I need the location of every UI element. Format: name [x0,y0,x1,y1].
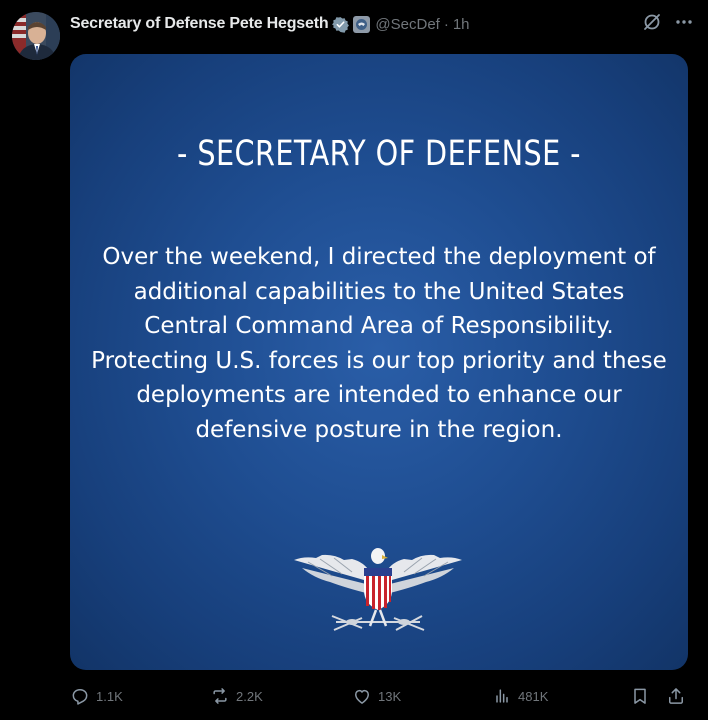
post-header: Secretary of Defense Pete Hegseth @SecDe… [70,12,694,36]
more-icon[interactable] [674,12,694,37]
like-button[interactable]: 13K [352,686,401,706]
media-body-text: Over the weekend, I directed the deploym… [91,244,667,443]
avatar[interactable] [12,12,60,60]
heart-icon [355,689,369,704]
views-count: 481K [518,688,549,704]
verified-badge-icon[interactable] [332,16,350,33]
post-timestamp[interactable]: 1h [453,16,470,33]
grok-icon[interactable] [642,12,662,37]
author-handle[interactable]: @SecDef [375,16,439,33]
like-count: 13K [378,688,402,704]
media-title: - SECRETARY OF DEFENSE - [177,134,581,174]
bookmark-button[interactable] [630,686,650,706]
header-actions [642,12,694,37]
post-action-bar: 1.1K 2.2K 13K 481K [70,686,692,710]
views-icon [496,689,508,703]
repost-context-strip [28,0,258,4]
reply-button[interactable]: 1.1K [70,686,123,706]
bookmark-icon [634,688,646,704]
views-button[interactable]: 481K [492,686,548,706]
post-media-image[interactable]: - SECRETARY OF DEFENSE - Over the weeken… [70,54,688,670]
affiliation-badge-icon[interactable] [353,15,371,33]
author-display-name[interactable]: Secretary of Defense Pete Hegseth [70,15,329,33]
share-icon [669,688,683,704]
separator-dot: · [443,15,449,33]
repost-count: 2.2K [236,688,263,704]
repost-icon [213,688,227,704]
reply-icon [72,689,88,705]
reply-count: 1.1K [96,688,123,704]
eagle-emblem [294,548,462,631]
share-button[interactable] [666,686,686,706]
repost-button[interactable]: 2.2K [210,686,263,706]
avatar-image [12,12,60,60]
